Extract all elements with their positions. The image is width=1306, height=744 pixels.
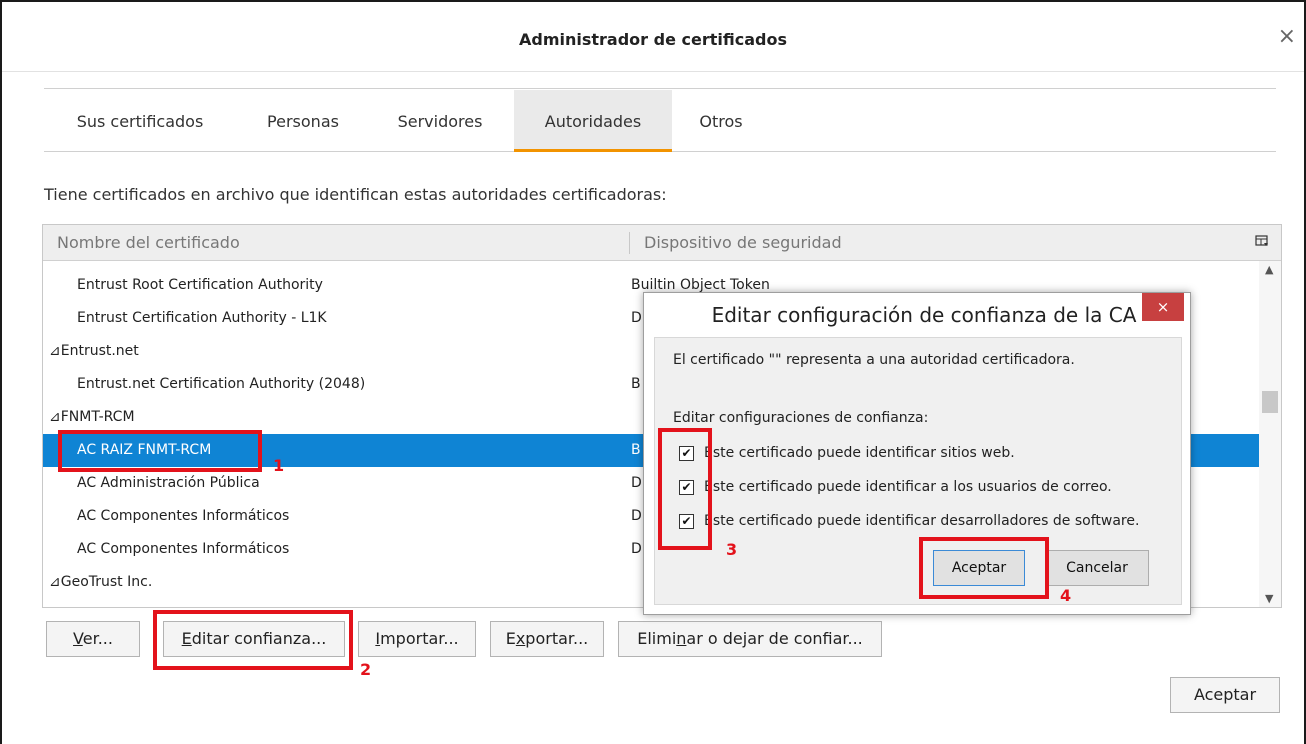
importar-button[interactable]: Importar... (358, 621, 476, 657)
edit-trust-dialog: Editar configuración de confianza de la … (643, 292, 1191, 615)
column-header-name[interactable]: Nombre del certificado (57, 225, 240, 261)
trust-software-checkbox[interactable]: ✔ (679, 514, 694, 529)
importar-label: mportar... (380, 629, 459, 648)
trust-web-checkbox[interactable]: ✔ (679, 446, 694, 461)
editar-confianza-button[interactable]: Editar confianza... (163, 621, 345, 657)
eliminar-mnemonic: n (676, 629, 687, 648)
trust-email-label: Este certificado puede identificar a los… (704, 479, 1112, 495)
dialog-cancel-button[interactable]: Cancelar (1045, 550, 1149, 586)
tab-otros[interactable]: Otros (684, 90, 758, 152)
trust-web-label: Este certificado puede identificar sitio… (704, 445, 1015, 461)
ver-button[interactable]: Ver... (46, 621, 140, 657)
group-name: ⊿FNMT-RCM (49, 409, 135, 425)
editar-mnemonic: E (181, 629, 192, 648)
row-name: Entrust Certification Authority - L1K (77, 310, 327, 326)
row-name: Entrust Root Certification Authority (77, 277, 323, 293)
close-icon[interactable]: × (1278, 24, 1296, 49)
dialog-close-icon[interactable]: × (1142, 293, 1184, 321)
dialog-title: Editar configuración de confianza de la … (711, 303, 1137, 327)
eliminar-label-c: ar o dejar de confiar... (686, 629, 863, 648)
table-header: Nombre del certificado Dispositivo de se… (43, 225, 1281, 261)
tab-servidores[interactable]: Servidores (376, 90, 504, 152)
ver-label: er... (82, 629, 113, 648)
annotation-2: 2 (360, 660, 372, 679)
column-separator (629, 232, 630, 254)
row-name: AC Componentes Informáticos (77, 508, 290, 524)
aceptar-button[interactable]: Aceptar (1170, 677, 1280, 713)
intro-text: Tiene certificados en archivo que identi… (44, 185, 667, 204)
row-name: Entrust.net Certification Authority (204… (77, 376, 366, 392)
annotation-1: 1 (273, 456, 285, 475)
tab-autoridades[interactable]: Autoridades (514, 90, 672, 152)
row-device: D (631, 310, 642, 326)
annotation-4: 4 (1060, 586, 1072, 605)
eliminar-label-a: Elimi (637, 629, 677, 648)
annotation-3: 3 (726, 540, 738, 559)
window-title: Administrador de certificados (519, 30, 787, 49)
row-name: AC Administración Pública (77, 475, 260, 491)
editar-label: ditar confianza... (191, 629, 327, 648)
divider (44, 88, 1276, 89)
title-bar: Administrador de certificados × (2, 10, 1304, 72)
exportar-label-a: E (505, 629, 516, 648)
row-name: AC RAIZ FNMT-RCM (77, 442, 212, 458)
dialog-message: El certificado "" representa a una autor… (673, 352, 1075, 368)
exportar-button[interactable]: Exportar... (490, 621, 604, 657)
scroll-up-icon[interactable]: ▲ (1265, 263, 1273, 276)
row-device: D (631, 475, 642, 491)
exportar-mnemonic: x (515, 629, 526, 648)
scroll-down-icon[interactable]: ▼ (1265, 592, 1273, 605)
trust-settings-label: Editar configuraciones de confianza: (673, 410, 929, 426)
tab-personas[interactable]: Personas (244, 90, 362, 152)
trust-software-label: Este certificado puede identificar desar… (704, 513, 1140, 529)
scroll-thumb[interactable] (1262, 391, 1278, 413)
trust-email-checkbox[interactable]: ✔ (679, 480, 694, 495)
row-name: AC Componentes Informáticos (77, 541, 290, 557)
column-header-device[interactable]: Dispositivo de seguridad (644, 225, 842, 261)
dialog-ok-button[interactable]: Aceptar (933, 550, 1025, 586)
tab-bar: Sus certificados Personas Servidores Aut… (44, 90, 1276, 152)
ver-mnemonic: V (73, 629, 83, 648)
row-device: D (631, 541, 642, 557)
column-picker-icon[interactable] (1255, 234, 1271, 250)
group-name: ⊿GeoTrust Inc. (49, 574, 153, 590)
tab-sus-certificados[interactable]: Sus certificados (44, 90, 236, 152)
row-device: B (631, 376, 641, 392)
dialog-body: El certificado "" representa a una autor… (654, 337, 1182, 605)
group-name: ⊿Entrust.net (49, 343, 139, 359)
eliminar-button[interactable]: Eliminar o dejar de confiar... (618, 621, 882, 657)
exportar-label-c: portar... (525, 629, 589, 648)
vertical-scrollbar[interactable]: ▲ ▼ (1259, 261, 1281, 607)
row-device: D (631, 508, 642, 524)
row-device: B (631, 442, 641, 458)
